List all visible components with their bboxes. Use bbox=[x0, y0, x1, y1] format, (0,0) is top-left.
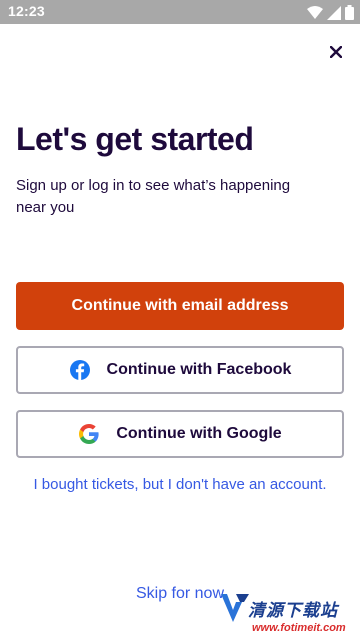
continue-email-label: Continue with email address bbox=[71, 297, 289, 314]
battery-icon bbox=[345, 5, 354, 20]
bought-tickets-link[interactable]: I bought tickets, but I don't have an ac… bbox=[0, 476, 360, 493]
signal-icon bbox=[327, 5, 341, 20]
watermark-text: 清源下载站 bbox=[248, 601, 338, 620]
watermark-url: www.fotimeit.com bbox=[252, 622, 346, 634]
watermark-logo-icon bbox=[221, 594, 249, 622]
status-bar: 12:23 bbox=[0, 0, 360, 24]
continue-facebook-button[interactable]: Continue with Facebook bbox=[16, 346, 344, 394]
continue-google-button[interactable]: Continue with Google bbox=[16, 410, 344, 458]
status-time: 12:23 bbox=[8, 3, 45, 19]
continue-facebook-label: Continue with Facebook bbox=[106, 361, 292, 378]
close-button[interactable] bbox=[324, 40, 348, 64]
facebook-icon bbox=[69, 359, 91, 381]
wifi-icon bbox=[307, 5, 323, 19]
continue-google-label: Continue with Google bbox=[116, 425, 282, 442]
continue-email-button[interactable]: Continue with email address bbox=[16, 282, 344, 330]
close-icon bbox=[330, 46, 342, 58]
page-subtitle: Sign up or log in to see what’s happenin… bbox=[16, 177, 291, 216]
login-screen: 12:23 Let's get started Sign up or log i… bbox=[0, 0, 360, 640]
google-icon bbox=[78, 423, 100, 445]
watermark: 清源下载站 www.fotimeit.com bbox=[218, 590, 360, 640]
page-title: Let's get started bbox=[16, 121, 254, 157]
status-icons bbox=[307, 5, 354, 20]
